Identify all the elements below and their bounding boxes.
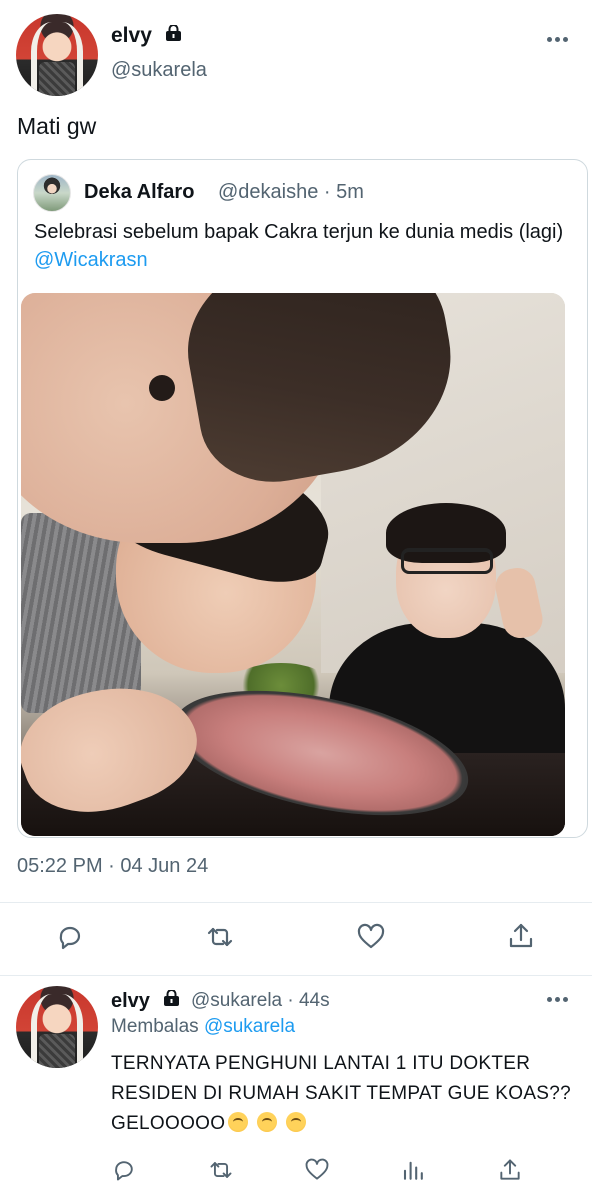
reply-author-avatar[interactable] (16, 986, 98, 1068)
divider (0, 975, 592, 976)
reply-text: TERNYATA PENGHUNI LANTAI 1 ITU DOKTER RE… (111, 1049, 581, 1139)
photo-selfie-eye (149, 375, 175, 401)
reply-icon[interactable] (55, 922, 85, 952)
photo-glasses (401, 548, 493, 574)
reply-text-body: TERNYATA PENGHUNI LANTAI 1 ITU DOKTER RE… (111, 1053, 572, 1134)
quoted-tweet-body: Selebrasi sebelum bapak Cakra terjun ke … (34, 221, 564, 243)
tweet-timestamp[interactable]: 05:22 PM · 04 Jun 24 (17, 855, 208, 878)
quoted-tweet-card[interactable]: Deka Alfaro @dekaishe · 5m Selebrasi seb… (17, 159, 588, 838)
quoted-author-handle[interactable]: @dekaishe · 5m (218, 181, 364, 204)
analytics-icon[interactable] (401, 1158, 425, 1182)
retweet-icon[interactable] (205, 922, 235, 952)
author-name[interactable]: elvy (111, 24, 152, 48)
divider (0, 902, 592, 903)
replying-to-handle[interactable]: @sukarela (204, 1016, 295, 1037)
replying-to: Membalas @sukarela (111, 1016, 295, 1038)
crying-face-icon (285, 1112, 306, 1132)
author-avatar[interactable] (16, 14, 98, 96)
author-handle[interactable]: @sukarela (111, 59, 207, 82)
share-icon[interactable] (506, 921, 536, 951)
quoted-tweet-text: Selebrasi sebelum bapak Cakra terjun ke … (34, 218, 564, 274)
avatar-dress (38, 1033, 76, 1068)
crying-face-icon (256, 1112, 277, 1132)
more-options-icon[interactable] (547, 997, 569, 1003)
quoted-author-name[interactable]: Deka Alfaro (84, 181, 194, 204)
crying-face-icon (228, 1112, 249, 1132)
quoted-mention-link[interactable]: @Wicakrasn (34, 249, 148, 271)
more-options-icon[interactable] (547, 37, 569, 43)
quoted-tweet-photo[interactable] (21, 293, 565, 836)
lock-icon (164, 990, 179, 1006)
replying-to-label: Membalas (111, 1016, 199, 1037)
like-icon[interactable] (356, 922, 386, 952)
reply-author-name[interactable]: elvy (111, 990, 150, 1013)
retweet-icon[interactable] (207, 1157, 235, 1183)
like-icon[interactable] (304, 1157, 330, 1183)
lock-icon (166, 25, 181, 41)
reply-author-handle[interactable]: @sukarela · 44s (191, 990, 330, 1012)
share-icon[interactable] (497, 1157, 523, 1183)
avatar-dress (38, 61, 76, 96)
quoted-author-avatar[interactable] (33, 174, 71, 212)
reply-icon[interactable] (111, 1157, 137, 1183)
tweet-text: Mati gw (17, 113, 97, 139)
